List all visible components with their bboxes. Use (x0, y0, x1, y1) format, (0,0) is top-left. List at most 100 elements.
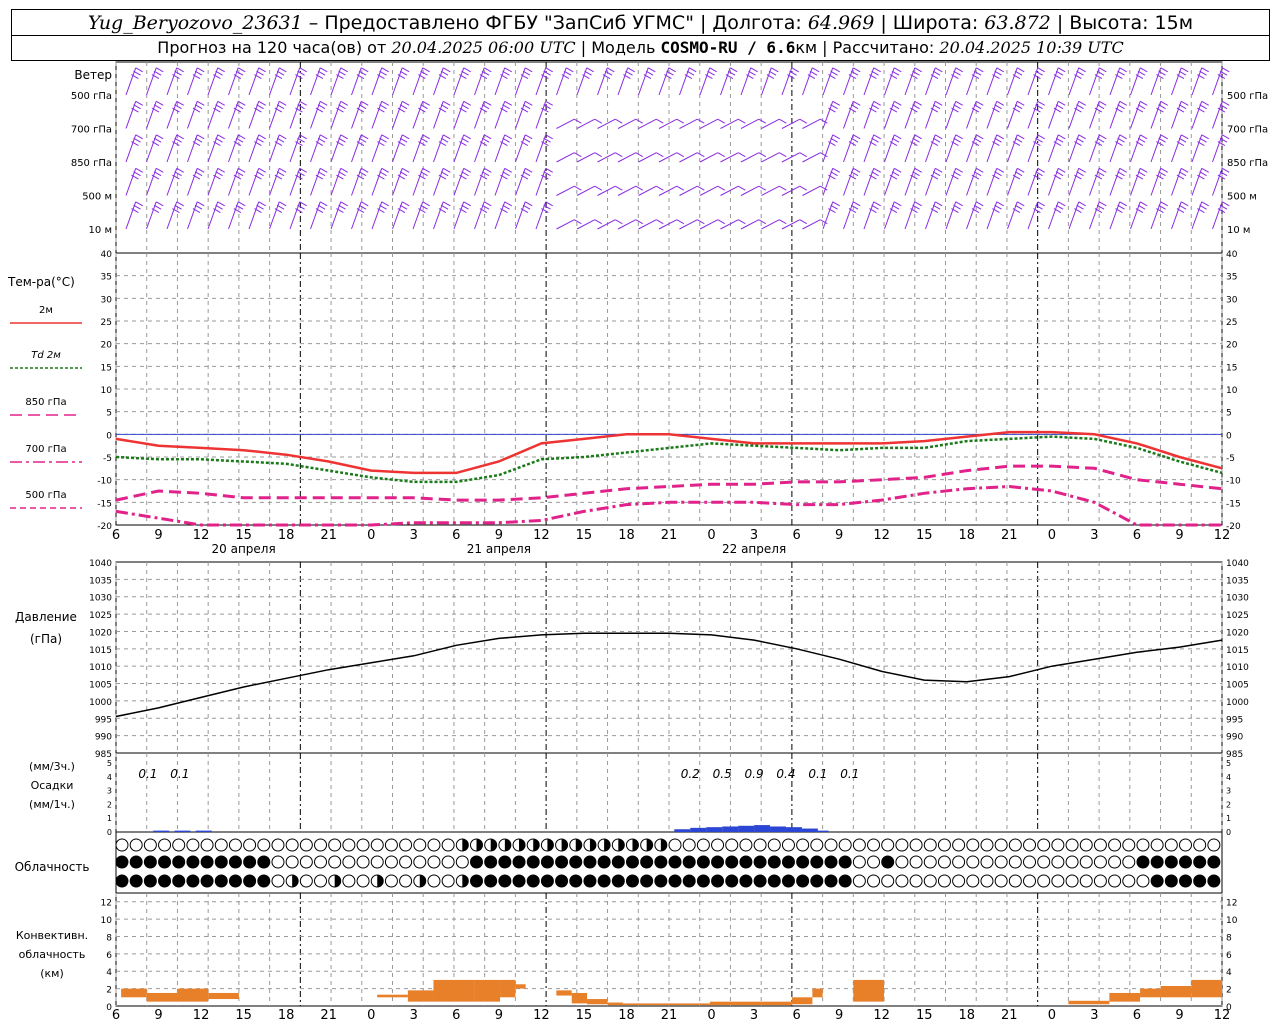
wind-barb-flag (1219, 171, 1228, 177)
wind-barb-flag (973, 137, 982, 143)
cloud-circle (711, 855, 725, 869)
cloud-symbol (1065, 838, 1079, 852)
hour-tick-label: 18 (958, 1008, 975, 1023)
wind-barb (1048, 201, 1066, 230)
cloud-circle (980, 838, 994, 852)
cloud-circle (314, 855, 328, 869)
wind-barb (392, 67, 410, 96)
cloud-circle (895, 855, 909, 869)
wind-barb-flag (604, 70, 613, 76)
wind-barb (1191, 100, 1209, 129)
cloud-symbol (1136, 855, 1150, 869)
hour-tick-label: 3 (1090, 1008, 1098, 1023)
wind-barb (1027, 134, 1045, 163)
wind-barb-flag (155, 167, 164, 173)
wind-barb (1109, 134, 1127, 163)
cloud-symbol (342, 855, 356, 869)
wind-barb (576, 118, 603, 129)
cloud-circle (1008, 874, 1022, 888)
cloud-symbol (654, 874, 668, 888)
cloud-symbol (1037, 874, 1051, 888)
temp-tick-left: 30 (101, 295, 113, 305)
cloud-circle (384, 855, 398, 869)
wind-barb (925, 167, 943, 196)
cloud-circle (498, 874, 512, 888)
wind-barb-flag (297, 104, 305, 110)
cloud-circle (200, 874, 214, 888)
hour-tick-label: 6 (112, 528, 120, 543)
cloud-half-fill (618, 839, 625, 851)
wind-barb-staff (597, 185, 616, 196)
wind-barb-flag (1096, 70, 1105, 76)
cloud-circle (739, 838, 753, 852)
cloud-symbol (512, 838, 526, 852)
wind-barb-flag (891, 171, 900, 177)
pres-tick-right: 995 (1226, 715, 1243, 725)
wind-barb-flag (215, 204, 223, 210)
conv-bar (1068, 1000, 1110, 1005)
cloud-circle (399, 838, 413, 852)
cloud-circle (1122, 838, 1136, 852)
wind-barb (289, 100, 307, 129)
wind-barb-flag (893, 134, 902, 140)
wind-barb (822, 167, 840, 196)
cloud-symbol (328, 874, 342, 888)
wind-barb-flag (676, 152, 685, 158)
wind-barb-flag (973, 70, 982, 76)
conv-tick-right: 10 (1226, 916, 1238, 926)
cloud-symbol (597, 855, 611, 869)
wind-barb (822, 100, 840, 129)
cloud-symbol (441, 838, 455, 852)
temp-legend-label: 500 гПа (25, 490, 66, 501)
wind-barb (1048, 134, 1066, 163)
cloud-circle (767, 855, 781, 869)
cloud-symbol (484, 874, 498, 888)
cloud-circle (1207, 855, 1221, 869)
wind-barb (904, 167, 922, 196)
cloud-symbol (314, 855, 328, 869)
wind-barb-flag (133, 204, 141, 210)
wind-barb-flag (799, 152, 808, 158)
cloud-symbol (257, 855, 271, 869)
wind-barb-flag (1158, 137, 1166, 143)
wind-barb-staff (679, 152, 698, 163)
conv-bar (474, 979, 501, 1002)
cloud-symbol (980, 855, 994, 869)
hour-tick-label: 6 (1133, 1008, 1141, 1023)
cloud-symbol (895, 838, 909, 852)
wind-barb-flag (522, 171, 531, 177)
cloud-symbol (711, 838, 725, 852)
wind-barb (1109, 100, 1127, 129)
wind-barb (638, 152, 664, 163)
prec-bar (770, 826, 786, 832)
date-label: 20 апреля (212, 542, 276, 556)
cloud-symbol (243, 874, 257, 888)
cloud-symbol (470, 874, 483, 888)
wind-barb-flag (379, 204, 387, 210)
cloud-symbol (441, 874, 455, 888)
wind-barb-flag (297, 137, 305, 143)
wind-barb (310, 167, 328, 196)
wind-barb-flag (893, 167, 902, 173)
wind-barb-flag (996, 201, 1004, 207)
wind-barb (187, 100, 205, 129)
prec-value-label: 0.1 (808, 767, 827, 781)
wind-barb (351, 67, 369, 96)
cloud-circle (767, 838, 781, 852)
cloud-circle (115, 838, 129, 852)
wind-barb (248, 134, 266, 163)
cloud-circle (994, 874, 1008, 888)
wind-barb-flag (893, 100, 902, 106)
wind-barb (556, 185, 582, 196)
wind-barb-staff (761, 185, 780, 196)
wind-barb (535, 134, 553, 163)
wind-barb (576, 152, 603, 163)
cloud-circle (172, 874, 186, 888)
wind-barb-flag (1014, 204, 1023, 210)
cloud-symbol (838, 874, 852, 888)
wind-barb (740, 118, 767, 129)
wind-barb-flag (1078, 201, 1086, 207)
wind-barb-staff (802, 185, 821, 196)
wind-barb-staff (638, 118, 657, 129)
prec-tick-left: 0 (107, 828, 112, 837)
